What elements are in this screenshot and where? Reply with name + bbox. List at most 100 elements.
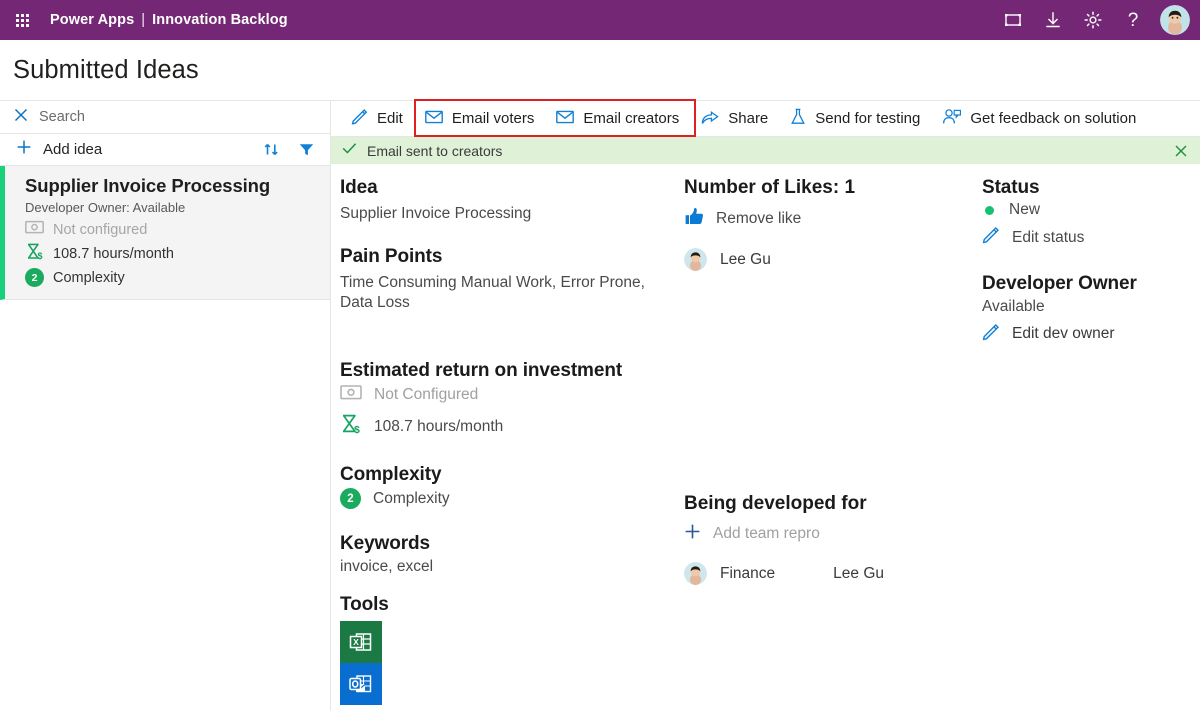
edit-status-label: Edit status (1012, 228, 1085, 246)
idea-heading: Idea (340, 177, 378, 198)
page-title: Submitted Ideas (13, 55, 199, 84)
keywords-value: invoice, excel (340, 558, 434, 576)
money-icon (25, 220, 44, 239)
search-input[interactable]: Search (0, 101, 330, 134)
filter-icon[interactable] (294, 138, 318, 162)
edit-dev-owner-label: Edit dev owner (1012, 325, 1115, 343)
roi-heading: Estimated return on investment (340, 360, 623, 382)
add-idea-row: Add idea (0, 134, 330, 166)
gear-icon[interactable] (1074, 3, 1112, 37)
help-glyph: ? (1127, 9, 1139, 31)
download-icon[interactable] (1034, 3, 1072, 37)
mail-icon (556, 110, 575, 128)
roi-money-value: Not Configured (374, 386, 479, 404)
pain-points-value: Time Consuming Manual Work, Error Prone,… (340, 273, 645, 311)
fullscreen-icon[interactable] (994, 3, 1032, 37)
help-icon[interactable]: ? (1114, 3, 1152, 37)
roi-money-row: Not Configured (340, 384, 667, 406)
command-bar: Edit Email voters Email creators Share S… (331, 99, 1200, 137)
remove-like-label: Remove like (716, 210, 802, 227)
complexity-badge: 2 (25, 268, 44, 287)
banner-close-icon[interactable] (1170, 140, 1192, 162)
email-creators-command[interactable]: Email creators (546, 101, 689, 136)
email-creators-command-label: Email creators (583, 110, 680, 127)
close-icon[interactable] (14, 108, 28, 127)
suite-title: Power Apps | Innovation Backlog (50, 12, 288, 28)
title-separator: | (141, 12, 146, 28)
keywords-heading: Keywords (340, 533, 431, 555)
search-placeholder: Search (39, 109, 85, 125)
avatar (684, 248, 707, 271)
plus-icon[interactable] (16, 139, 32, 160)
banner-message: Email sent to creators (367, 142, 503, 159)
team-person-name: Lee Gu (833, 564, 885, 582)
idea-complexity: 2 Complexity (25, 268, 318, 287)
pencil-icon (351, 108, 368, 129)
idea-title: Supplier Invoice Processing (25, 175, 271, 196)
voter-row: Lee Gu (684, 248, 957, 271)
share-icon (701, 109, 719, 129)
complexity-row: 2 Complexity (340, 488, 667, 510)
send-for-testing-command[interactable]: Send for testing (780, 101, 930, 136)
svg-text:$: $ (354, 424, 360, 435)
idea-detail-pane: Edit Email voters Email creators Share S… (331, 99, 1200, 711)
complexity-badge: 2 (340, 488, 361, 510)
add-team-repro-label: Add team repro (713, 525, 820, 542)
hourglass-money-icon: $ (25, 242, 44, 265)
detail-column-middle: Number of Likes: 1 Remove like Lee Gu Be… (679, 177, 969, 711)
add-team-repro-button[interactable]: Add team repro (684, 523, 957, 545)
thumbs-up-icon (684, 207, 704, 231)
developed-for-heading: Being developed for (684, 493, 867, 514)
avatar[interactable] (1160, 5, 1190, 35)
list-item[interactable]: Supplier Invoice Processing Developer Ow… (0, 166, 330, 300)
complexity-heading: Complexity (340, 464, 442, 486)
tools-list: X (340, 621, 667, 706)
detail-column-right: Status New Edit status Developer Owner A… (969, 177, 1200, 711)
get-feedback-command[interactable]: Get feedback on solution (932, 101, 1146, 136)
add-idea-button[interactable]: Add idea (43, 141, 102, 158)
share-command-label: Share (728, 110, 769, 127)
sort-icon[interactable] (259, 138, 283, 162)
roi-hours-value: 108.7 hours/month (374, 417, 504, 435)
money-icon (340, 384, 362, 406)
app-launcher-icon[interactable] (8, 6, 36, 34)
idea-owner-line: Developer Owner: Available (25, 200, 186, 215)
idea-roi-hours: $ 108.7 hours/month (25, 242, 318, 265)
developer-owner-heading: Developer Owner (982, 273, 1137, 294)
status-value: New (1009, 201, 1041, 218)
outlook-tool-icon[interactable] (340, 663, 382, 706)
status-badge: New (982, 201, 1188, 219)
pencil-icon (982, 226, 1000, 249)
idea-value: Supplier Invoice Processing (340, 205, 532, 222)
edit-dev-owner-button[interactable]: Edit dev owner (982, 323, 1188, 346)
idea-roi-hours-label: 108.7 hours/month (53, 245, 174, 262)
idea-list-pane: Search Add idea Supplier Invoice Process… (0, 100, 331, 711)
feedback-person-icon (942, 108, 962, 129)
environment-name[interactable]: Innovation Backlog (152, 12, 288, 28)
mail-icon (424, 110, 443, 128)
share-command[interactable]: Share (691, 101, 778, 136)
status-heading: Status (982, 177, 1040, 198)
page-header: Submitted Ideas (0, 40, 1200, 100)
excel-tool-icon[interactable]: X (340, 621, 382, 664)
email-voters-command[interactable]: Email voters (415, 101, 545, 136)
svg-text:X: X (353, 637, 359, 647)
team-name: Finance (720, 564, 776, 582)
page-body: Search Add idea Supplier Invoice Process… (0, 99, 1200, 711)
detail-column-left: Idea Supplier Invoice Processing Pain Po… (331, 177, 679, 711)
remove-like-button[interactable]: Remove like (684, 207, 957, 231)
edit-command-label: Edit (377, 110, 403, 127)
detail-columns: Idea Supplier Invoice Processing Pain Po… (331, 164, 1200, 711)
app-name[interactable]: Power Apps (50, 12, 134, 28)
suite-bar: Power Apps | Innovation Backlog ? (0, 0, 1200, 40)
idea-roi-money-label: Not configured (53, 221, 148, 238)
edit-status-button[interactable]: Edit status (982, 226, 1188, 249)
edit-command[interactable]: Edit (341, 101, 413, 136)
